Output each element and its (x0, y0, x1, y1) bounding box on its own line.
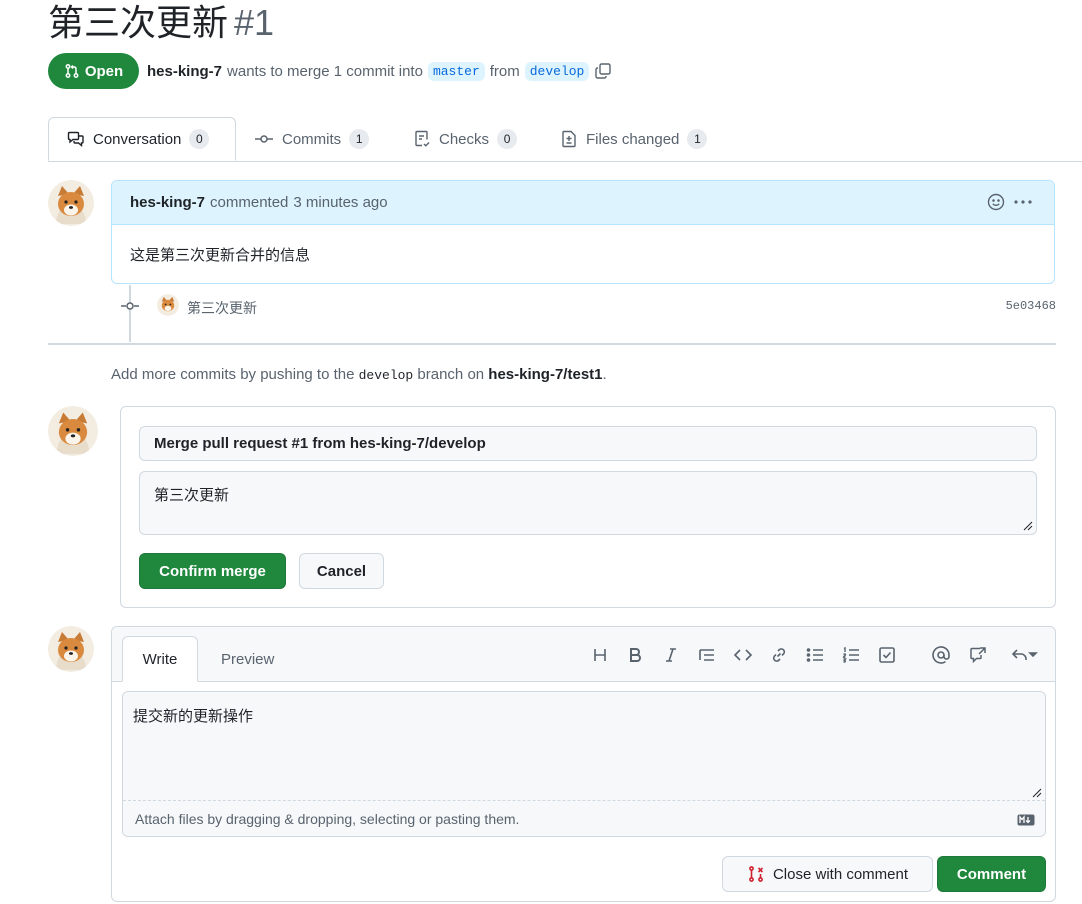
pr-number: #1 (234, 2, 275, 43)
conversation-icon (67, 131, 85, 147)
comment-header: hes-king-7 commented 3 minutes ago (112, 181, 1054, 225)
heading-icon[interactable] (590, 645, 610, 665)
commit-icon (254, 131, 274, 147)
hint-prefix: Add more commits by pushing to the (111, 366, 355, 383)
hint-repo: hes-king-7/test1 (488, 366, 603, 383)
ordered-list-icon[interactable] (841, 645, 861, 665)
merge-body-text: 第三次更新 (154, 487, 230, 504)
comment-time[interactable]: 3 minutes ago (293, 194, 387, 211)
avatar[interactable] (48, 406, 98, 456)
checklist-icon (413, 130, 431, 148)
commit-author-avatar[interactable] (157, 294, 179, 316)
pr-merge-text: wants to merge 1 commit into (227, 62, 423, 80)
tab-write[interactable]: Write (122, 636, 198, 682)
comment-button[interactable]: Comment (937, 856, 1046, 892)
comment-textarea[interactable]: 提交新的更新操作 Attach files by dragging & drop… (122, 691, 1046, 837)
commit-message-link[interactable]: 第三次更新 (187, 298, 257, 318)
code-icon[interactable] (733, 645, 753, 665)
tab-label: Commits (282, 130, 342, 148)
commit-hash-link[interactable]: 5e03468 (1006, 299, 1056, 313)
tab-counter: 0 (497, 129, 518, 149)
close-label: Close with comment (772, 865, 909, 883)
task-list-icon[interactable] (877, 645, 897, 665)
comment-body: 这是第三次更新合并的信息 (130, 247, 311, 264)
link-icon[interactable] (769, 645, 789, 665)
confirm-merge-button[interactable]: Confirm merge (139, 553, 286, 589)
timeline-divider (48, 343, 1056, 345)
unordered-list-icon[interactable] (805, 645, 825, 665)
attach-hint: Attach files by dragging & dropping, sel… (135, 810, 520, 827)
italic-icon[interactable] (661, 645, 681, 665)
head-branch[interactable]: develop (524, 61, 590, 81)
merge-body-textarea[interactable]: 第三次更新 (139, 471, 1037, 535)
tab-label: Checks (439, 130, 490, 148)
cancel-button[interactable]: Cancel (299, 553, 384, 589)
tab-files-changed[interactable]: Files changed 1 (560, 117, 708, 161)
pr-title-text: 第三次更新 (48, 2, 229, 43)
smiley-icon[interactable] (987, 193, 1005, 211)
file-diff-icon (560, 130, 578, 148)
commit-row: 第三次更新 5e03468 (120, 294, 1056, 318)
avatar[interactable] (48, 180, 94, 226)
resize-handle-icon[interactable] (1023, 521, 1033, 531)
tab-counter: 1 (687, 129, 708, 149)
tab-preview[interactable]: Preview (221, 651, 274, 668)
tab-commits[interactable]: Commits 1 (254, 117, 370, 161)
bold-icon[interactable] (625, 645, 645, 665)
comment-author-link[interactable]: hes-king-7 (130, 194, 205, 211)
pr-from-text: from (489, 62, 520, 80)
pr-author-link[interactable]: hes-king-7 (147, 63, 222, 80)
cross-reference-icon[interactable] (968, 645, 988, 665)
base-branch[interactable]: master (427, 61, 485, 81)
push-hint: Add more commits by pushing to the devel… (111, 366, 607, 383)
issue-closed-icon (747, 865, 765, 883)
mention-icon[interactable] (931, 645, 951, 665)
tabs-divider (48, 161, 1082, 162)
resize-handle-icon[interactable] (1032, 788, 1042, 798)
tab-counter: 1 (349, 129, 370, 149)
copy-icon[interactable] (594, 62, 612, 80)
merge-title-input[interactable]: Merge pull request #1 from hes-king-7/de… (139, 426, 1037, 461)
markdown-icon[interactable] (1017, 814, 1035, 826)
kebab-menu-icon[interactable] (1013, 193, 1033, 211)
reply-dropdown-icon[interactable] (1010, 645, 1042, 665)
tab-label: Conversation (93, 130, 182, 148)
tab-checks[interactable]: Checks 0 (413, 117, 518, 161)
tab-label: Files changed (586, 130, 680, 148)
merge-form: Merge pull request #1 from hes-king-7/de… (120, 406, 1056, 608)
comment-text: 提交新的更新操作 (133, 708, 254, 725)
pr-status-badge: Open (48, 53, 139, 89)
hint-middle: branch on (417, 366, 485, 383)
avatar[interactable] (48, 626, 94, 672)
comment-card: hes-king-7 commented 3 minutes ago 这是第三次… (111, 180, 1055, 284)
pull-request-icon (64, 63, 80, 79)
hint-suffix: . (602, 366, 607, 383)
hint-branch: develop (358, 368, 414, 383)
quote-icon[interactable] (697, 645, 717, 665)
pr-meta: hes-king-7 wants to merge 1 commit into … (147, 61, 612, 81)
tab-counter: 0 (189, 129, 210, 149)
comment-action: commented (210, 194, 289, 211)
new-comment-form: Write Preview 提交新的更新操作 Attach files by d… (111, 626, 1056, 902)
tab-conversation[interactable]: Conversation 0 (48, 117, 236, 161)
pr-title: 第三次更新 #1 (48, 0, 274, 46)
attach-files-bar[interactable]: Attach files by dragging & dropping, sel… (123, 800, 1045, 836)
commit-icon (120, 298, 140, 314)
close-with-comment-button[interactable]: Close with comment (722, 856, 933, 892)
pr-status-label: Open (84, 62, 124, 80)
